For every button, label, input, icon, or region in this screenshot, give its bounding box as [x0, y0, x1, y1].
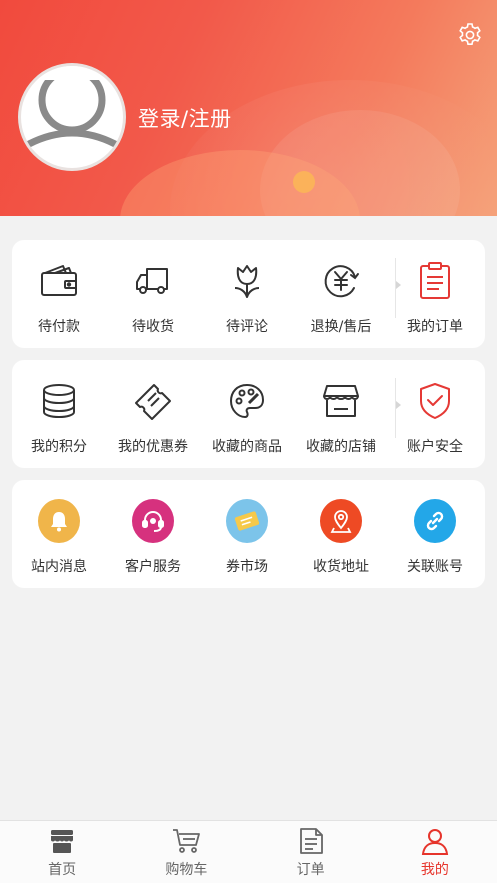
linked-accounts-button[interactable]: 关联账号 [388, 480, 482, 588]
my-coupons-button[interactable]: 我的优惠券 [106, 360, 200, 468]
header-decoration-dot [293, 171, 315, 193]
favorite-products-label: 收藏的商品 [212, 439, 282, 455]
pending-payment-button[interactable]: 待付款 [12, 240, 106, 348]
bottom-tab-bar: 首页 购物车 订单 我的 [0, 820, 497, 883]
tab-home[interactable]: 首页 [0, 821, 124, 883]
coupon-market-label: 券市场 [226, 559, 268, 575]
tulip-icon [226, 260, 268, 302]
coupon-market-icon-wrap [226, 499, 268, 543]
tab-orders-label: 订单 [296, 862, 325, 878]
services-card: 站内消息 客户服务 券市场 收货地址 关联账号 [12, 480, 485, 588]
shipping-address-icon-wrap [320, 499, 362, 543]
messages-button[interactable]: 站内消息 [12, 480, 106, 588]
bell-icon [38, 499, 80, 543]
my-orders-label: 我的订单 [407, 319, 463, 335]
person-icon [420, 826, 450, 856]
account-security-label: 账户安全 [407, 439, 463, 455]
favorite-stores-button[interactable]: 收藏的店铺 [294, 360, 388, 468]
account-security-button[interactable]: 账户安全 [388, 360, 482, 468]
after-sales-button[interactable]: 退换/售后 [294, 240, 388, 348]
headset-icon [132, 499, 174, 543]
tab-orders[interactable]: 订单 [249, 821, 373, 883]
palette-icon [226, 380, 268, 422]
after-sales-label: 退换/售后 [310, 319, 372, 335]
shield-check-icon [414, 380, 456, 422]
pending-review-button[interactable]: 待评论 [200, 240, 294, 348]
my-orders-button[interactable]: 我的订单 [388, 240, 482, 348]
favorite-stores-label: 收藏的店铺 [306, 439, 376, 455]
truck-icon [132, 260, 174, 302]
customer-service-icon-wrap [132, 499, 174, 543]
pending-receipt-label: 待收货 [132, 319, 174, 335]
my-coupons-label: 我的优惠券 [118, 439, 188, 455]
yen-refresh-icon [320, 260, 362, 302]
tab-cart[interactable]: 购物车 [124, 821, 248, 883]
customer-service-button[interactable]: 客户服务 [106, 480, 200, 588]
coins-stack-icon [38, 380, 80, 422]
customer-service-label: 客户服务 [125, 559, 181, 575]
linked-accounts-icon-wrap [414, 499, 456, 543]
linked-accounts-label: 关联账号 [407, 559, 463, 575]
pending-review-label: 待评论 [226, 319, 268, 335]
my-points-label: 我的积分 [31, 439, 87, 455]
coupon-market-button[interactable]: 券市场 [200, 480, 294, 588]
favorite-products-button[interactable]: 收藏的商品 [200, 360, 294, 468]
link-icon [414, 499, 456, 543]
location-pin-icon [320, 499, 362, 543]
shipping-address-label: 收货地址 [313, 559, 369, 575]
pending-payment-label: 待付款 [38, 319, 80, 335]
tab-mine[interactable]: 我的 [373, 821, 497, 883]
document-icon [296, 826, 326, 856]
shipping-address-button[interactable]: 收货地址 [294, 480, 388, 588]
avatar[interactable] [18, 63, 126, 171]
storefront-icon [320, 380, 362, 422]
coupon-icon [226, 499, 268, 543]
profile-header: 登录/注册 [0, 0, 497, 216]
messages-label: 站内消息 [31, 559, 87, 575]
gear-icon[interactable] [457, 22, 483, 48]
order-list-icon [414, 260, 456, 302]
tab-mine-label: 我的 [420, 862, 449, 878]
pending-receipt-button[interactable]: 待收货 [106, 240, 200, 348]
tab-home-label: 首页 [48, 862, 77, 878]
my-points-button[interactable]: 我的积分 [12, 360, 106, 468]
tab-cart-label: 购物车 [165, 862, 208, 878]
shop-icon [47, 826, 77, 856]
orders-card: 待付款 待收货 待评论 退换/售后 我的订单 [12, 240, 485, 348]
wallet-icon [38, 260, 80, 302]
messages-icon-wrap [38, 499, 80, 543]
cart-icon [171, 826, 201, 856]
assets-card: 我的积分 我的优惠券 收藏的商品 收藏的店铺 账户安全 [12, 360, 485, 468]
login-register-link[interactable]: 登录/注册 [138, 103, 232, 133]
ticket-icon [132, 380, 174, 422]
